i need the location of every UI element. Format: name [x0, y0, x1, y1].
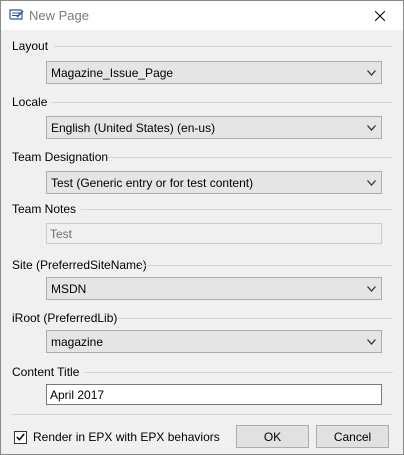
new-page-dialog: New Page Layout Magazine_Issue_Page Loca…: [0, 0, 404, 455]
close-icon: [375, 10, 385, 21]
team-designation-separator: [108, 157, 393, 158]
window-title: New Page: [29, 8, 89, 23]
content-title-input[interactable]: April 2017: [46, 384, 382, 405]
iroot-label: iRoot (PreferredLib): [12, 311, 123, 325]
site-separator: [140, 265, 393, 266]
render-epx-option[interactable]: Render in EPX with EPX behaviors: [14, 429, 220, 445]
team-notes-field: Test: [46, 223, 382, 244]
layout-value: Magazine_Issue_Page: [51, 65, 174, 80]
checkmark-icon: [16, 433, 25, 441]
chevron-down-icon: [361, 278, 381, 299]
iroot-dropdown[interactable]: magazine: [46, 330, 382, 353]
close-button[interactable]: [357, 1, 403, 30]
render-epx-label: Render in EPX with EPX behaviors: [33, 430, 220, 444]
chevron-down-icon: [361, 331, 381, 352]
content-title-label: Content Title: [12, 365, 85, 379]
layout-label: Layout: [12, 39, 54, 53]
content-title-separator: [85, 372, 393, 373]
chevron-down-icon: [361, 62, 381, 83]
locale-label: Locale: [12, 95, 53, 109]
team-notes-label: Team Notes: [12, 202, 82, 216]
locale-value: English (United States) (en-us): [51, 120, 216, 135]
iroot-value: magazine: [51, 334, 104, 349]
site-value: MSDN: [51, 281, 87, 296]
footer-separator: [11, 414, 393, 415]
chevron-down-icon: [361, 117, 381, 138]
ok-button[interactable]: OK: [236, 425, 309, 448]
site-dropdown[interactable]: MSDN: [46, 277, 382, 300]
locale-dropdown[interactable]: English (United States) (en-us): [46, 116, 382, 139]
team-designation-label: Team Designation: [12, 150, 114, 164]
render-epx-checkbox[interactable]: [14, 430, 27, 444]
locale-separator: [51, 102, 393, 103]
title-bar: New Page: [1, 1, 403, 30]
chevron-down-icon: [361, 172, 381, 193]
site-label: Site (PreferredSiteName): [12, 258, 152, 272]
team-designation-value: Test (Generic entry or for test content): [51, 175, 254, 190]
team-designation-dropdown[interactable]: Test (Generic entry or for test content): [46, 171, 382, 194]
cancel-button[interactable]: Cancel: [316, 425, 389, 448]
team-notes-separator: [81, 209, 393, 210]
layout-separator: [54, 46, 393, 47]
app-page-icon: [8, 7, 24, 23]
layout-dropdown[interactable]: Magazine_Issue_Page: [46, 61, 382, 84]
iroot-separator: [118, 318, 393, 319]
